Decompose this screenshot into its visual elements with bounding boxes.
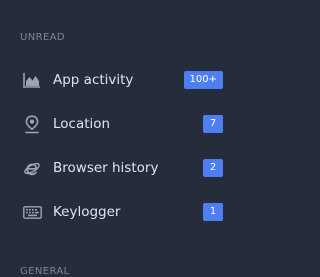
count-badge: 100+ — [183, 71, 223, 89]
section-title-general: GENERAL — [20, 266, 70, 277]
sidebar-item-label: Keylogger — [53, 204, 121, 220]
sidebar-item-label: Location — [53, 116, 111, 132]
location-pin-icon — [22, 114, 42, 134]
area-chart-icon — [22, 70, 42, 90]
sidebar-item-browser-history[interactable]: Browser history 2 — [0, 148, 250, 188]
sidebar-item-location[interactable]: Location 7 — [0, 104, 250, 144]
count-badge: 7 — [203, 115, 223, 133]
count-badge: 2 — [203, 159, 223, 177]
internet-explorer-icon — [22, 158, 42, 178]
keyboard-icon — [22, 202, 42, 222]
count-badge: 1 — [203, 203, 223, 221]
sidebar-item-app-activity[interactable]: App activity 100+ — [0, 60, 250, 100]
sidebar-item-label: App activity — [53, 72, 134, 88]
section-title-unread: UNREAD — [20, 32, 66, 43]
sidebar-item-label: Browser history — [53, 160, 159, 176]
sidebar-item-keylogger[interactable]: Keylogger 1 — [0, 192, 250, 232]
